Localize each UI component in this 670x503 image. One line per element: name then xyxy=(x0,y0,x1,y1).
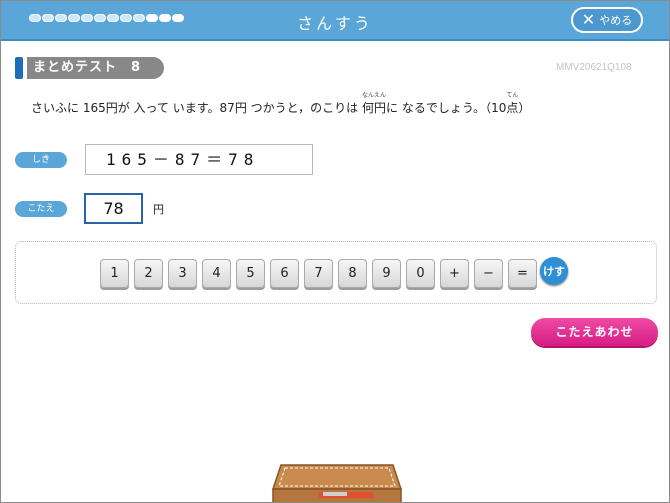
shiki-tag: しき xyxy=(15,152,67,168)
keypad-keys: 1 2 3 4 5 6 7 8 9 0 + − = けす xyxy=(100,257,568,288)
clear-button[interactable]: けす xyxy=(540,257,568,285)
kanji: 何 xyxy=(361,101,374,115)
kanji: 点 xyxy=(506,101,519,115)
question-text: さいふに 165円が 入って います。87円 つかうと，のこりは なん何えん 円に… xyxy=(31,92,531,116)
furigana: てん xyxy=(506,92,519,99)
keypad: 1 2 3 4 5 6 7 8 9 0 + − = けす xyxy=(15,241,657,304)
ruby-word: なん何 xyxy=(361,92,374,116)
expression-field[interactable]: 165－87＝78 xyxy=(85,144,313,175)
quit-button[interactable]: ✕ やめる xyxy=(571,7,643,33)
keypad-key[interactable]: = xyxy=(508,259,537,288)
header-bar: さんすう ✕ やめる xyxy=(1,1,669,41)
quit-label: やめる xyxy=(599,14,633,27)
keypad-key[interactable]: 6 xyxy=(270,259,299,288)
furigana: えん xyxy=(373,92,386,99)
pencil-case-icon[interactable] xyxy=(271,459,403,503)
app-frame: さんすう ✕ やめる まとめテスト 8 MMV20621Q108 さいふに 16… xyxy=(0,0,670,503)
question-part-3: ） xyxy=(518,101,531,115)
keypad-key[interactable]: 9 xyxy=(372,259,401,288)
question-part-1: さいふに 165円が 入って います。87円 つかうと，のこりは xyxy=(31,101,362,115)
furigana: なん xyxy=(361,92,374,99)
question-part-2: に なるでしょう。（10 xyxy=(386,101,507,115)
kanji: 円 xyxy=(373,101,386,115)
keypad-key[interactable]: 5 xyxy=(236,259,265,288)
keypad-key[interactable]: − xyxy=(474,259,503,288)
answer-tag: こたえ xyxy=(15,201,67,217)
answer-field[interactable]: 78 xyxy=(84,193,143,224)
close-icon: ✕ xyxy=(581,10,596,29)
keypad-key[interactable]: 0 xyxy=(406,259,435,288)
question-code: MMV20621Q108 xyxy=(556,62,632,73)
ruby-word: てん点 xyxy=(506,92,519,116)
keypad-key[interactable]: 1 xyxy=(100,259,129,288)
answer-unit: 円 xyxy=(153,203,164,216)
keypad-key[interactable]: + xyxy=(440,259,469,288)
ruby-word: えん円 xyxy=(373,92,386,116)
keypad-key[interactable]: 3 xyxy=(168,259,197,288)
keypad-key[interactable]: 2 xyxy=(134,259,163,288)
section-marker xyxy=(15,57,23,79)
check-answer-button[interactable]: こたえあわせ xyxy=(531,318,658,346)
keypad-key[interactable]: 8 xyxy=(338,259,367,288)
section-title: まとめテスト 8 xyxy=(27,57,164,79)
app-title: さんすう xyxy=(297,14,373,33)
keypad-key[interactable]: 4 xyxy=(202,259,231,288)
keypad-key[interactable]: 7 xyxy=(304,259,333,288)
